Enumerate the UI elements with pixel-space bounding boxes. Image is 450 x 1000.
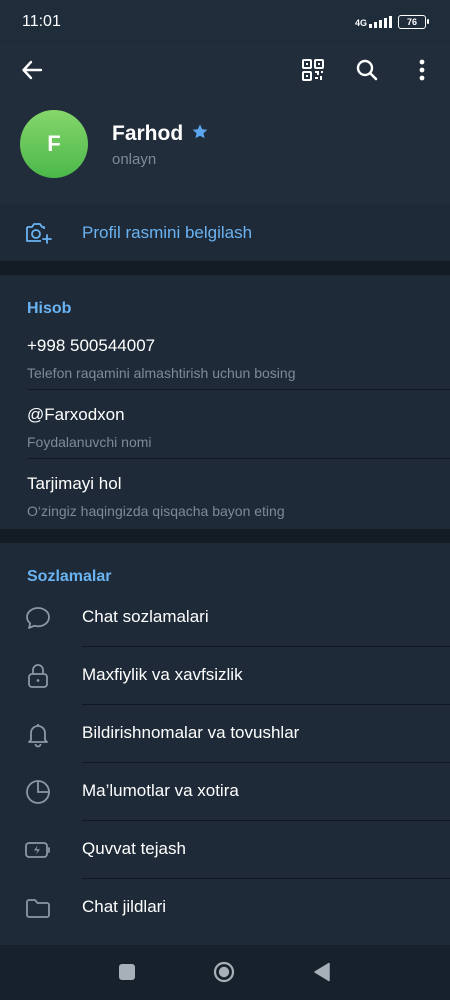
avatar[interactable]: F xyxy=(20,110,88,178)
settings-item-label: Chat sozlamalari xyxy=(82,607,209,626)
folder-icon xyxy=(24,894,52,922)
phone-number-hint: Telefon raqamini almashtirish uchun bosi… xyxy=(27,365,296,381)
battery-charge-icon xyxy=(24,836,52,864)
divider xyxy=(27,389,450,390)
back-triangle-icon[interactable] xyxy=(311,961,333,983)
username-item[interactable]: @Farxodxon Foydalanuvchi nomi xyxy=(27,405,152,450)
settings-item-notifications[interactable]: Bildirishnomalar va tovushlar xyxy=(0,704,450,762)
settings-section-title: Sozlamalar xyxy=(27,568,112,585)
battery-icon: 76 xyxy=(398,15,429,29)
search-icon[interactable] xyxy=(349,52,385,88)
status-bar: 11:01 4G 76 xyxy=(0,0,450,44)
more-vertical-icon[interactable] xyxy=(404,52,440,88)
qr-code-icon[interactable] xyxy=(295,52,331,88)
phone-number-item[interactable]: +998 500544007 Telefon raqamini almashti… xyxy=(27,336,295,381)
username: @Farxodxon xyxy=(27,405,125,424)
account-section-title: Hisob xyxy=(27,300,72,317)
account-section: Hisob +998 500544007 Telefon raqamini al… xyxy=(0,275,450,529)
settings-item-privacy[interactable]: Maxfiylik va xavfsizlik xyxy=(0,646,450,704)
back-arrow-icon[interactable] xyxy=(14,52,50,88)
settings-item-data-storage[interactable]: Ma’lumotlar va xotira xyxy=(0,762,450,820)
set-profile-photo-button[interactable]: Profil rasmini belgilash xyxy=(0,204,450,261)
bio-hint: O‘zingiz haqingizda qisqacha bayon eting xyxy=(27,503,285,519)
battery-level: 76 xyxy=(406,17,417,27)
settings-item-label: Quvvat tejash xyxy=(82,839,186,858)
settings-item-label: Bildirishnomalar va tovushlar xyxy=(82,723,300,742)
clock-pie-icon xyxy=(24,778,52,806)
presence-status: onlayn xyxy=(112,151,157,168)
signal-icon xyxy=(369,16,392,28)
lock-icon xyxy=(24,662,52,690)
section-divider xyxy=(0,261,450,275)
home-circle-icon[interactable] xyxy=(213,961,235,983)
settings-item-chat[interactable]: Chat sozlamalari xyxy=(0,588,450,646)
settings-item-chat-folders[interactable]: Chat jildlari xyxy=(0,878,450,936)
profile-name-row: Farhod xyxy=(112,122,209,146)
premium-star-icon[interactable] xyxy=(191,123,209,146)
phone-number: +998 500544007 xyxy=(27,336,156,355)
settings-item-label: Ma’lumotlar va xotira xyxy=(82,781,239,800)
settings-item-label: Maxfiylik va xavfsizlik xyxy=(82,665,243,684)
bio-item[interactable]: Tarjimayi hol O‘zingiz haqingizda qisqac… xyxy=(27,474,285,519)
system-navigation-bar xyxy=(0,945,450,1000)
network-indicator: 4G xyxy=(355,16,392,28)
bell-icon xyxy=(24,720,52,748)
recents-square-icon[interactable] xyxy=(116,961,138,983)
chat-bubble-icon xyxy=(24,604,52,632)
status-indicators: 4G 76 xyxy=(355,15,429,29)
set-profile-photo-label: Profil rasmini belgilash xyxy=(82,223,253,242)
settings-item-label: Chat jildlari xyxy=(82,897,167,916)
settings-item-power-saving[interactable]: Quvvat tejash xyxy=(0,820,450,878)
section-divider xyxy=(0,529,450,543)
profile-name: Farhod xyxy=(112,122,184,145)
username-hint: Foydalanuvchi nomi xyxy=(27,434,152,450)
status-time: 11:01 xyxy=(22,13,61,30)
settings-section: Sozlamalar Chat sozlamalari Maxfiylik va… xyxy=(0,543,450,945)
bio-title: Tarjimayi hol xyxy=(27,474,122,493)
network-type: 4G xyxy=(354,18,367,28)
profile-header: F Farhod onlayn xyxy=(0,44,450,204)
avatar-initial: F xyxy=(47,131,61,156)
camera-add-icon xyxy=(24,220,52,251)
divider xyxy=(27,458,450,459)
